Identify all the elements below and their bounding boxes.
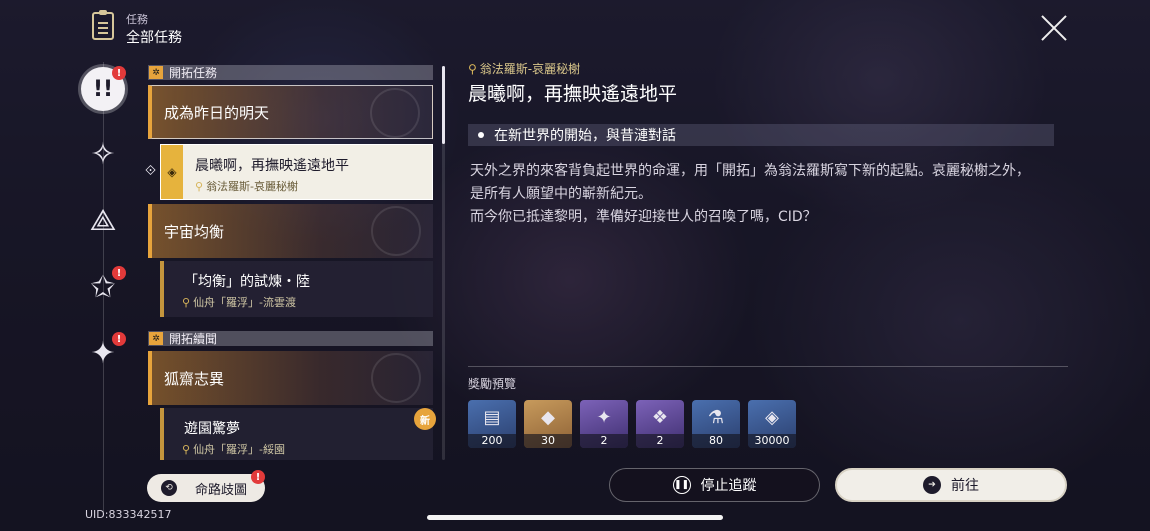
reward-item[interactable]: ◈ 30000: [748, 400, 796, 448]
description-line: 天外之界的來客背負起世界的命運，用「開拓」為翁法羅斯寫下新的起點。哀麗秘榭之外，: [470, 163, 1030, 179]
reward-item[interactable]: ◆ 30: [524, 400, 572, 448]
notification-badge: !: [112, 332, 126, 346]
quest-location: ⚲ 仙舟「羅浮」-流雲渡: [182, 294, 296, 310]
pointer-arrow-icon: ⟐: [145, 163, 157, 179]
reward-item[interactable]: ✦ 2: [580, 400, 628, 448]
quest-location-text: 翁法羅斯-哀麗秘榭: [206, 180, 299, 193]
pin-icon: ⚲: [468, 62, 477, 76]
reward-count: 30000: [748, 434, 796, 448]
close-icon[interactable]: [1040, 14, 1068, 42]
notification-badge: !: [112, 266, 126, 280]
quest-title: 遊園驚夢: [184, 421, 240, 437]
continuance-category-icon: ✲: [149, 332, 163, 345]
crystal-icon: ◆: [541, 406, 555, 428]
exclamation-icon: !!: [92, 76, 114, 102]
pause-icon: ❚❚: [672, 476, 691, 494]
mission-group-2[interactable]: 宇宙均衡: [148, 204, 433, 258]
detail-location-text: 翁法羅斯-哀麗秘榭: [479, 62, 581, 76]
path-icon: ⟲: [161, 480, 177, 496]
stop-tracking-button[interactable]: ❚❚ 停止追蹤: [609, 468, 820, 502]
material-icon: ❖: [651, 406, 669, 428]
quest-location-text: 仙舟「羅浮」-流雲渡: [193, 296, 297, 309]
relic-icon: ✦: [596, 406, 612, 428]
emblem-icon: [370, 88, 420, 138]
scrollbar-thumb[interactable]: [442, 66, 445, 144]
quest-title: 晨曦啊，再撫映遙遠地平: [195, 158, 349, 174]
quest-item[interactable]: 遊園驚夢 ⚲ 仙舟「羅浮」-綏園: [160, 408, 433, 460]
reward-item[interactable]: ⚗ 80: [692, 400, 740, 448]
mission-group-3[interactable]: 狐齋志異: [148, 351, 433, 405]
category-trailblaze-continuance: ✲ 開拓續聞: [148, 331, 433, 346]
reward-list: ▤ 200 ◆ 30 ✦ 2 ❖ 2 ⚗ 80 ◈ 30000: [468, 400, 796, 448]
quest-location: ⚲ 翁法羅斯-哀麗秘榭: [195, 178, 298, 194]
category-label: 開拓任務: [169, 66, 218, 80]
group-title: 宇宙均衡: [164, 222, 225, 241]
header-subtitle: 任務: [126, 13, 148, 26]
mission-list: ✲ 開拓任務 成為昨日的明天 ◈ 晨曦啊，再撫映遙遠地平 ⚲ 翁法羅斯-哀麗秘榭 …: [148, 65, 433, 460]
reward-item[interactable]: ▤ 200: [468, 400, 516, 448]
detail-title: 晨曦啊，再撫映遙遠地平: [468, 83, 678, 105]
reward-item[interactable]: ❖ 2: [636, 400, 684, 448]
go-button[interactable]: ➔ 前往: [835, 468, 1067, 502]
book-icon: ▤: [483, 406, 501, 428]
pin-icon: ⚲: [182, 296, 191, 309]
reward-count: 2: [636, 434, 684, 448]
reward-label: 獎勵預覽: [468, 377, 517, 391]
path-button-label: 命路歧圖: [195, 482, 248, 498]
stop-tracking-label: 停止追蹤: [700, 478, 757, 494]
category-label: 開拓續聞: [169, 332, 218, 346]
detail-location: ⚲ 翁法羅斯-哀麗秘榭: [468, 60, 580, 77]
quest-item-active[interactable]: ◈ 晨曦啊，再撫映遙遠地平 ⚲ 翁法羅斯-哀麗秘榭: [160, 144, 433, 200]
reward-divider: [468, 366, 1068, 367]
reward-count: 80: [692, 434, 740, 448]
exp-potion-icon: ⚗: [707, 406, 725, 428]
rail-item-trailblaze[interactable]: ✧: [81, 132, 125, 176]
detail-description: 天外之界的來客背負起世界的命運，用「開拓」為翁法羅斯寫下新的起點。哀麗秘榭之外，…: [470, 160, 1060, 229]
uid-label: UID:833342517: [85, 508, 172, 521]
credit-icon: ◈: [765, 406, 779, 428]
description-line: 是所有人願望中的嶄新紀元。: [470, 186, 652, 202]
reward-count: 200: [468, 434, 516, 448]
group-title: 狐齋志異: [164, 369, 225, 388]
home-indicator[interactable]: [427, 515, 723, 520]
emblem-icon: [371, 206, 421, 256]
tracking-icon: ◈: [161, 145, 183, 199]
quest-item[interactable]: 「均衡」的試煉・陸 ⚲ 仙舟「羅浮」-流雲渡: [160, 261, 433, 317]
notification-badge: !: [251, 470, 265, 484]
emblem-icon: [371, 353, 421, 403]
clipboard-icon: [92, 10, 114, 40]
path-map-button[interactable]: ⟲ 命路歧圖: [147, 474, 265, 502]
objective-text: 在新世界的開始，與昔漣對話: [494, 128, 676, 144]
pin-icon: ⚲: [195, 180, 204, 193]
description-line: 而今你已抵達黎明，準備好迎接世人的召喚了嗎，CID？: [470, 209, 817, 225]
quest-location-text: 仙舟「羅浮」-綏園: [193, 443, 286, 456]
mission-group-1[interactable]: 成為昨日的明天: [148, 85, 433, 139]
quest-title: 「均衡」的試煉・陸: [184, 274, 310, 290]
pin-icon: ⚲: [182, 443, 191, 456]
reward-count: 30: [524, 434, 572, 448]
quest-location: ⚲ 仙舟「羅浮」-綏園: [182, 441, 285, 457]
reward-count: 2: [580, 434, 628, 448]
trailblaze-icon: ✧: [90, 136, 116, 172]
rail-item-companion[interactable]: ⟁: [81, 198, 125, 242]
bullet-icon: [478, 132, 484, 138]
notification-badge: !: [112, 66, 126, 80]
header-title: 全部任務: [126, 30, 182, 46]
category-trailblaze-mission: ✲ 開拓任務: [148, 65, 433, 80]
go-label: 前往: [951, 478, 979, 494]
arrow-right-icon: ➔: [923, 476, 941, 494]
new-badge: 新: [414, 408, 436, 430]
objective: 在新世界的開始，與昔漣對話: [468, 124, 1054, 146]
companion-icon: ⟁: [89, 202, 117, 238]
trailblaze-category-icon: ✲: [149, 66, 163, 79]
group-title: 成為昨日的明天: [164, 103, 270, 122]
